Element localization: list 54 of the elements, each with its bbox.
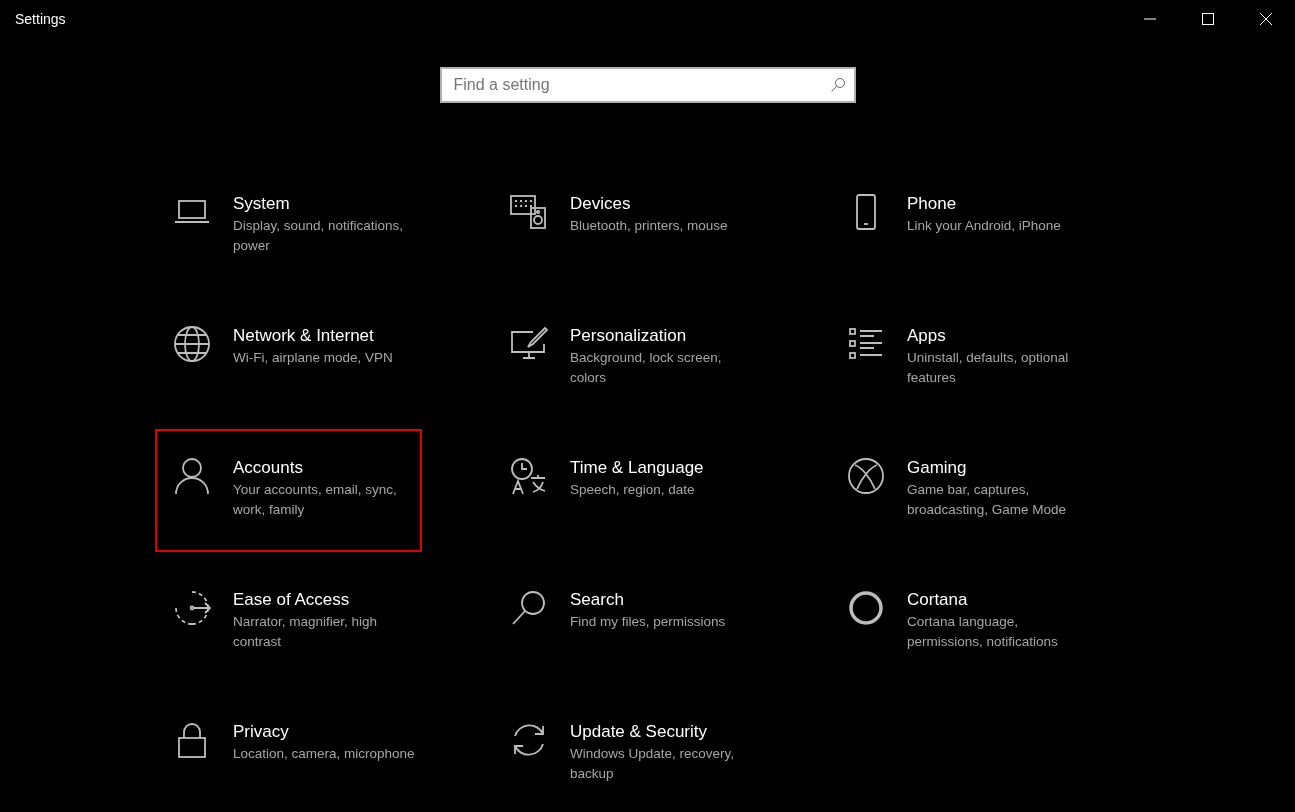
settings-tile[interactable]: System Display, sound, notifications, power	[155, 165, 422, 288]
tile-title: Search	[570, 589, 625, 611]
tile-description: Your accounts, email, sync, work, family	[233, 481, 398, 519]
close-icon	[1260, 13, 1272, 25]
settings-tile[interactable]: Accounts Your accounts, email, sync, work, family	[155, 429, 422, 552]
globe-icon	[172, 324, 212, 364]
tile-description: Cortana language, permissions, notifications	[907, 613, 1059, 651]
search-icon	[829, 77, 846, 93]
tile-description: Background, lock screen, colors	[570, 349, 723, 387]
settings-tile[interactable]: Devices Bluetooth, printers, mouse	[492, 165, 759, 288]
maximize-icon	[1202, 13, 1214, 25]
tile-description: Windows Update, recovery, backup	[570, 745, 736, 783]
tile-title: Phone	[907, 193, 958, 215]
tile-description: Game bar, captures, broadcasting, Game Mode	[907, 481, 1068, 519]
settings-tile[interactable]: Apps Uninstall, defaults, optional features	[829, 297, 1096, 420]
settings-tile[interactable]: Time & Language Speech, region, date	[492, 429, 759, 552]
tile-title: Accounts	[233, 457, 304, 479]
tile-description: Location, camera, microphone	[233, 745, 415, 763]
settings-tile[interactable]: Cortana Cortana language, permissions, notifications	[829, 561, 1096, 684]
dashed-circle-arrow-icon	[172, 588, 212, 628]
tile-title: Privacy	[233, 721, 290, 743]
tile-title: Apps	[907, 325, 947, 347]
tile-title: Update & Security	[570, 721, 708, 743]
settings-tile[interactable]: Gaming Game bar, captures, broadcasting, Game Mode	[829, 429, 1096, 552]
settings-tile[interactable]: Network & Internet Wi-Fi, airplane mode, VPN	[155, 297, 422, 420]
tile-description: Wi-Fi, airplane mode, VPN	[233, 349, 393, 367]
tile-title: Devices	[570, 193, 632, 215]
tile-title: Ease of Access	[233, 589, 351, 611]
keyboard-speaker-icon	[509, 192, 549, 232]
tile-title: Cortana	[907, 589, 969, 611]
ring-icon	[846, 588, 886, 628]
tile-title: Personalization	[570, 325, 688, 347]
settings-tile[interactable]: Ease of Access Narrator, magnifier, high contrast	[155, 561, 422, 684]
tile-title: Gaming	[907, 457, 968, 479]
person-icon	[172, 456, 212, 496]
settings-tile[interactable]: Search Find my files, permissions	[492, 561, 759, 684]
search-field[interactable]: Find a setting	[439, 67, 856, 103]
tile-description: Display, sound, notifications, power	[233, 217, 405, 255]
tile-description: Link your Android, iPhone	[907, 217, 1061, 235]
tile-description: Speech, region, date	[570, 481, 696, 499]
tile-description: Find my files, permissions	[570, 613, 726, 631]
tile-description: Narrator, magnifier, high contrast	[233, 613, 379, 651]
settings-tile[interactable]: Update & Security Windows Update, recovery, backup	[492, 693, 759, 812]
tile-title: Time & Language	[570, 457, 704, 479]
tile-title: System	[233, 193, 291, 215]
settings-tile[interactable]: Privacy Location, camera, microphone	[155, 693, 422, 812]
tile-description: Bluetooth, printers, mouse	[570, 217, 728, 235]
settings-tile[interactable]: Personalization Background, lock screen, colors	[492, 297, 759, 420]
xbox-icon	[846, 456, 886, 496]
minimize-icon	[1144, 18, 1156, 20]
tile-description: Uninstall, defaults, optional features	[907, 349, 1070, 387]
tile-title: Network & Internet	[233, 325, 375, 347]
window-title: Settings	[15, 11, 67, 27]
settings-tile[interactable]: Phone Link your Android, iPhone	[829, 165, 1096, 288]
